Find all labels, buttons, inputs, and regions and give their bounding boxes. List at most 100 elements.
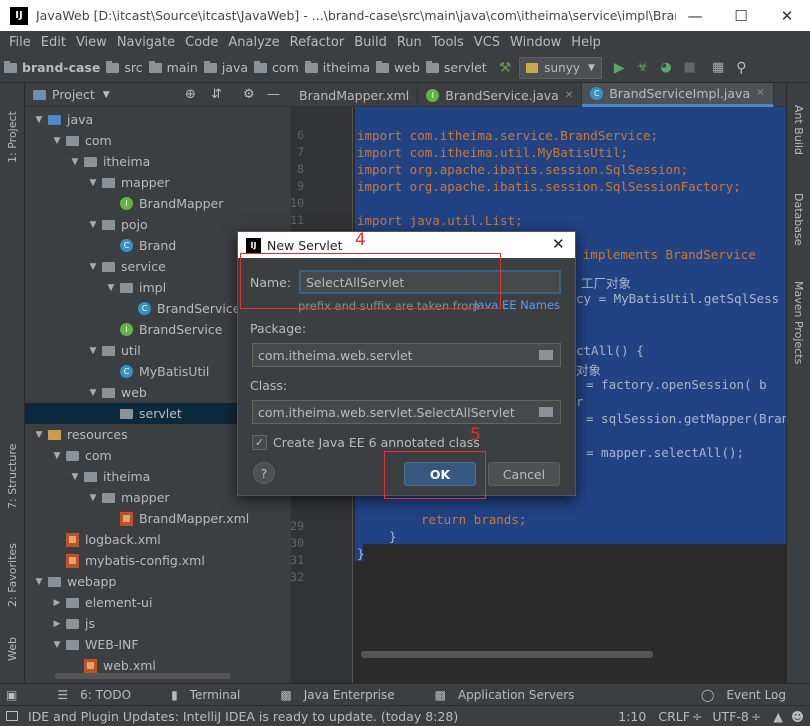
folder-icon[interactable] [539,407,553,417]
maven-tool-tab[interactable]: Maven Projects [792,281,805,364]
event-log-tool-tab[interactable]: ◯ Event Log [693,688,798,702]
terminal-tool-tab[interactable]: ▮ Terminal [163,688,252,702]
menu-item-file[interactable]: File [9,35,31,50]
close-icon[interactable]: ✕ [756,88,764,99]
chevron-down-icon[interactable]: ▼ [87,178,99,188]
menu-item-window[interactable]: Window [510,35,561,50]
tree-item[interactable]: ▼ itheima [25,151,291,172]
editor-tab[interactable]: BrandMapper.xml✕ [291,83,419,107]
database-tool-tab[interactable]: Database [792,193,805,246]
locate-icon[interactable]: ⊕ [185,87,196,102]
breadcrumb-item[interactable]: main [148,60,198,75]
file-encoding[interactable]: UTF-8 [712,709,748,724]
tree-item[interactable]: ▼ WEB-INF [25,634,291,655]
hide-icon[interactable]: — [267,87,280,102]
chevron-right-icon[interactable]: ▶ [51,598,63,608]
breadcrumb-item[interactable]: java [203,60,248,75]
menu-item-code[interactable]: Code [185,35,218,50]
chevron-down-icon[interactable]: ▼ [87,493,99,503]
chevron-right-icon[interactable]: ▶ [51,619,63,629]
breadcrumb-item[interactable]: src [106,60,143,75]
menu-item-refactor[interactable]: Refactor [290,35,345,50]
app-servers-tool-tab[interactable]: ▩ Application Servers [427,688,587,702]
favorites-tool-tab[interactable]: 2: Favorites [6,543,19,607]
annotated-class-checkbox[interactable]: ✓ [252,435,267,450]
horizontal-scrollbar[interactable] [55,673,231,679]
menu-item-navigate[interactable]: Navigate [117,35,175,50]
menu-item-vcs[interactable]: VCS [474,35,500,50]
project-structure-icon[interactable]: ▦ [712,60,724,75]
tree-item[interactable]: ▼ java [25,109,291,130]
tree-item[interactable]: ▼ webapp [25,571,291,592]
menu-item-view[interactable]: View [76,35,107,50]
menu-item-analyze[interactable]: Analyze [228,35,279,50]
chevron-down-icon[interactable]: ▼ [87,262,99,272]
package-input[interactable]: com.itheima.web.servlet [252,343,561,367]
menu-item-run[interactable]: Run [397,35,422,50]
chevron-down-icon[interactable]: ▼ [33,430,45,440]
structure-tool-tab[interactable]: 7: Structure [6,444,19,509]
editor-tab[interactable]: C BrandServiceImpl.java ✕ [582,83,774,107]
coverage-icon[interactable]: ◕ [660,60,671,75]
line-separator[interactable]: CRLF [658,709,690,724]
menu-item-edit[interactable]: Edit [41,35,66,50]
menu-item-help[interactable]: Help [571,35,601,50]
tree-item[interactable]: ▶ js [25,613,291,634]
chevron-down-icon[interactable]: ▼ [87,220,99,230]
chevron-down-icon[interactable]: ▼ [51,136,63,146]
tree-item[interactable]: BrandMapper.xml [25,508,291,529]
ant-build-tool-tab[interactable]: Ant Build [792,105,805,155]
sidebar-toggle-icon[interactable]: ▣ [6,688,17,702]
project-tool-tab[interactable]: 1: Project [6,111,19,163]
breadcrumb-item[interactable]: servlet [425,60,487,75]
close-icon[interactable]: ✕ [565,90,573,101]
lock-icon[interactable]: ▲ [773,709,783,724]
web-tool-tab[interactable]: Web [6,637,19,661]
project-panel-title[interactable]: Project [52,87,95,102]
status-message[interactable]: IDE and Plugin Updates: IntelliJ IDEA is… [28,709,458,724]
chevron-down-icon[interactable]: ▼ [87,346,99,356]
chevron-down-icon[interactable]: ▼ [51,640,63,650]
close-icon[interactable]: ✕ [764,0,810,31]
chevron-down-icon[interactable]: ▼ [87,388,99,398]
tree-item[interactable]: logback.xml [25,529,291,550]
cancel-button[interactable]: Cancel [488,462,560,486]
inspector-icon[interactable]: ☻ [791,709,804,724]
chevron-down-icon[interactable]: ▼ [69,472,81,482]
tree-item[interactable]: ▼ com [25,130,291,151]
minimize-icon[interactable]: — [672,0,718,31]
caret-position[interactable]: 1:10 [618,709,646,724]
tree-item[interactable]: ▶ element-ui [25,592,291,613]
chevron-down-icon[interactable]: ▼ [69,157,81,167]
folder-icon[interactable] [539,350,553,360]
chevron-down-icon[interactable]: ▼ [33,115,45,125]
tree-item[interactable]: ▼ mapper [25,172,291,193]
close-icon[interactable]: ✕ [552,235,565,253]
maximize-icon[interactable]: ☐ [718,0,764,31]
tree-item[interactable]: mybatis-config.xml [25,550,291,571]
chevron-down-icon[interactable]: ▼ [33,577,45,587]
chevron-down-icon[interactable]: ▼ [103,90,110,100]
stop-icon[interactable]: ■ [684,60,696,75]
horizontal-scrollbar[interactable] [361,651,653,658]
annotated-class-label[interactable]: Create Java EE 6 annotated class [273,435,480,450]
menu-item-build[interactable]: Build [354,35,387,50]
breadcrumb-item[interactable]: itheima [304,60,370,75]
breadcrumb-item[interactable]: web [376,60,420,75]
breadcrumb-item[interactable]: brand-case [4,60,100,75]
chevron-down-icon[interactable]: ▼ [105,283,117,293]
status-window-icon[interactable] [6,711,18,721]
tree-item[interactable]: I BrandMapper [25,193,291,214]
debug-icon[interactable]: ☣ [637,60,649,75]
help-button[interactable]: ? [253,462,275,484]
editor-tab[interactable]: I BrandService.java ✕ [418,83,583,107]
build-hammer-icon[interactable]: ⚒ [499,60,512,76]
chevron-down-icon[interactable]: ▼ [51,451,63,461]
todo-tool-tab[interactable]: ☰ 6: TODO [49,688,143,702]
breadcrumb-item[interactable]: com [254,60,299,75]
run-icon[interactable]: ▶ [614,60,625,76]
run-config-select[interactable]: sunyy ▼ [519,56,602,79]
menu-item-tools[interactable]: Tools [432,35,464,50]
class-input[interactable]: com.itheima.web.servlet.SelectAllServlet [252,400,561,424]
java-enterprise-tool-tab[interactable]: ▩ Java Enterprise [272,688,406,702]
